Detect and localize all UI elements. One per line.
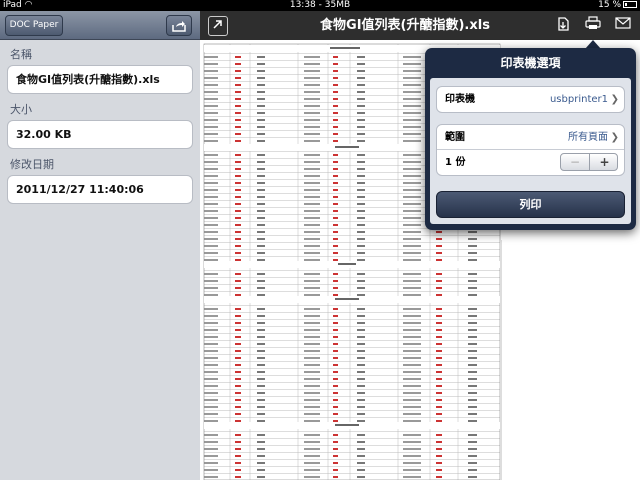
document-toolbar: 食物GI值列表(升醣指數).xls xyxy=(200,11,640,40)
range-value: 所有頁面 xyxy=(568,132,608,143)
copies-label: 1 份 xyxy=(445,157,466,168)
popover-body: 印表機 usbprinter1 ❯ 範圍 所有頁面 ❯ 1 份 − + 列印 xyxy=(430,78,631,224)
popover-title: 印表機選項 xyxy=(500,56,561,70)
chevron-right-icon: ❯ xyxy=(610,94,619,105)
copies-row: 1 份 − + xyxy=(437,150,624,175)
document-title: 食物GI值列表(升醣指數).xls xyxy=(320,18,490,33)
modified-date-value: 2011/12/27 11:40:06 xyxy=(7,175,193,204)
share-button[interactable] xyxy=(166,15,192,36)
status-bar: iPad ◠ 13:38 - 35MB 15 % xyxy=(0,0,640,11)
status-time: 13:38 - 35MB xyxy=(289,0,351,10)
increment-button[interactable]: + xyxy=(590,154,619,170)
chevron-right-icon: ❯ xyxy=(610,132,619,143)
printer-label: 印表機 xyxy=(445,94,475,105)
mail-icon[interactable] xyxy=(613,16,633,36)
doc-paper-button[interactable]: DOC Paper xyxy=(5,15,63,36)
size-value: 32.00 KB xyxy=(7,120,193,149)
left-toolbar: DOC Paper xyxy=(0,11,200,40)
file-info-panel: DOC Paper 名稱 食物GI值列表(升醣指數).xls 大小 32.00 … xyxy=(0,11,200,480)
printer-icon[interactable] xyxy=(583,16,603,36)
expand-icon[interactable] xyxy=(208,16,228,36)
battery-icon xyxy=(623,1,637,8)
copies-stepper[interactable]: − + xyxy=(560,153,618,171)
range-copies-group: 範圍 所有頁面 ❯ 1 份 − + xyxy=(436,124,625,176)
battery-label: 15 % xyxy=(598,0,621,10)
printer-value: usbprinter1 xyxy=(549,94,608,105)
printer-select-row[interactable]: 印表機 usbprinter1 ❯ xyxy=(436,86,625,113)
name-value: 食物GI值列表(升醣指數).xls xyxy=(7,65,193,94)
decrement-button[interactable]: − xyxy=(561,154,590,170)
share-icon xyxy=(172,21,186,32)
range-label: 範圍 xyxy=(445,132,465,143)
range-select-row[interactable]: 範圍 所有頁面 ❯ xyxy=(437,125,624,150)
save-icon[interactable] xyxy=(553,16,573,36)
name-label: 名稱 xyxy=(10,48,32,61)
print-button[interactable]: 列印 xyxy=(436,191,625,218)
size-label: 大小 xyxy=(10,103,32,116)
modified-date-label: 修改日期 xyxy=(10,158,54,171)
printer-options-popover: 印表機選項 印表機 usbprinter1 ❯ 範圍 所有頁面 ❯ 1 份 − … xyxy=(425,48,636,230)
